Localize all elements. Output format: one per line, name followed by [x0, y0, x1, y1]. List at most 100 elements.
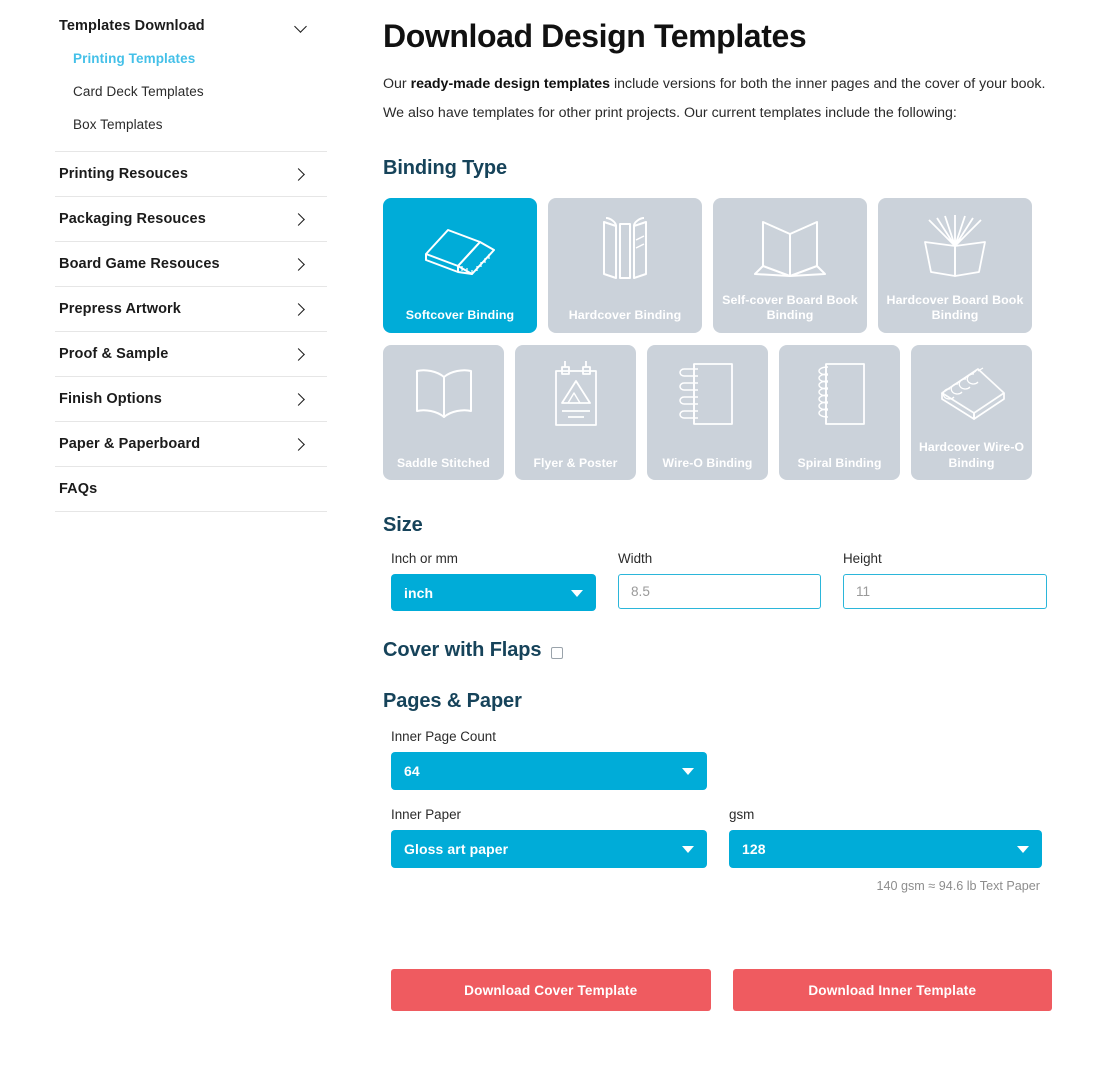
sidebar-item-printing-templates[interactable]: Printing Templates: [55, 42, 327, 75]
binding-card-hardcover-binding[interactable]: Hardcover Binding: [548, 198, 702, 334]
inner-page-count-label: Inner Page Count: [391, 729, 496, 745]
section-title-pages-and-paper: Pages & Paper: [383, 690, 522, 713]
height-input[interactable]: 11: [843, 574, 1047, 610]
hardcover-wire-o-icon: [911, 345, 1032, 442]
cover-with-flaps-row: Cover with Flaps: [383, 639, 1052, 662]
width-field-group: Width 8.5: [618, 551, 821, 611]
hardcover-board-book-icon: [878, 198, 1032, 295]
unit-field-group: Inch or mm inch: [391, 551, 596, 612]
sidebar-item-faqs[interactable]: FAQs: [55, 467, 327, 512]
height-field-group: Height 11: [843, 551, 1047, 611]
chevron-right-icon[interactable]: [293, 393, 305, 405]
sidebar-subitem-label: Printing Templates: [73, 51, 196, 66]
chevron-right-icon[interactable]: [293, 168, 305, 180]
inner-paper-label: Inner Paper: [391, 807, 461, 823]
self-cover-board-book-icon: [713, 198, 867, 295]
sidebar-item-board-game-resouces[interactable]: Board Game Resouces: [55, 242, 327, 287]
gsm-label: gsm: [729, 807, 755, 823]
binding-card-row-2: Saddle Stitched Flyer & Poster Wire-O Bi…: [383, 345, 1052, 481]
inner-paper-field-group: Inner Paper Gloss art paper: [391, 807, 707, 893]
sidebar-item-prepress-artwork[interactable]: Prepress Artwork: [55, 287, 327, 332]
binding-card-hardcover-wire-o-binding[interactable]: Hardcover Wire-O Binding: [911, 345, 1032, 481]
binding-card-softcover-binding[interactable]: Softcover Binding: [383, 198, 537, 334]
sidebar-subitem-label: Card Deck Templates: [73, 84, 204, 99]
binding-card-label: Saddle Stitched: [397, 455, 490, 470]
sidebar-item-label: FAQs: [59, 481, 98, 497]
download-buttons-row: Download Cover Template Download Inner T…: [383, 969, 1052, 1012]
hardcover-book-icon: [548, 198, 702, 295]
binding-card-spiral-binding[interactable]: Spiral Binding: [779, 345, 900, 481]
sidebar-item-printing-resouces[interactable]: Printing Resouces: [55, 152, 327, 197]
unit-select-value: inch: [404, 584, 434, 601]
sidebar-item-paper-and-paperboard[interactable]: Paper & Paperboard: [55, 422, 327, 467]
sidebar-group-templates-download[interactable]: Templates Download: [55, 14, 330, 38]
sidebar-item-label: Board Game Resouces: [59, 256, 220, 272]
caret-down-icon: [682, 768, 694, 776]
sidebar-item-card-deck-templates[interactable]: Card Deck Templates: [55, 75, 327, 108]
intro-pre: Our: [383, 76, 411, 92]
sidebar-item-label: Prepress Artwork: [59, 301, 181, 317]
sidebar-group-title: Templates Download: [59, 18, 205, 34]
binding-card-flyer-and-poster[interactable]: Flyer & Poster: [515, 345, 636, 481]
sidebar-item-proof-and-sample[interactable]: Proof & Sample: [55, 332, 327, 377]
section-title-binding-type: Binding Type: [383, 157, 507, 180]
height-input-placeholder: 11: [856, 584, 871, 600]
binding-card-label: Hardcover Wire-O Binding: [918, 440, 1025, 470]
section-title-size: Size: [383, 514, 423, 537]
gsm-value: 128: [742, 841, 766, 858]
chevron-right-icon[interactable]: [293, 348, 305, 360]
caret-down-icon: [682, 846, 694, 854]
binding-card-label: Self-cover Board Book Binding: [722, 292, 858, 323]
inner-page-count-value: 64: [404, 763, 420, 780]
binding-card-label: Spiral Binding: [797, 455, 882, 470]
gsm-select[interactable]: 128: [729, 830, 1042, 869]
width-label: Width: [618, 551, 653, 567]
unit-label: Inch or mm: [391, 551, 458, 567]
chevron-right-icon[interactable]: [293, 303, 305, 315]
intro-paragraph: Our ready-made design templates include …: [383, 75, 1052, 123]
chevron-right-icon[interactable]: [293, 213, 305, 225]
intro-post: include versions for both the inner page…: [610, 76, 1046, 92]
width-input-placeholder: 8.5: [631, 584, 650, 600]
inner-paper-select[interactable]: Gloss art paper: [391, 830, 707, 869]
sidebar-item-label: Packaging Resouces: [59, 211, 206, 227]
binding-card-hardcover-board-book-binding[interactable]: Hardcover Board Book Binding: [878, 198, 1032, 334]
main-content: Download Design Templates Our ready-made…: [330, 0, 1112, 1079]
intro-line-2: We also have templates for other print p…: [383, 105, 957, 122]
inner-paper-value: Gloss art paper: [404, 841, 509, 858]
page-root: Templates Download Printing Templates Ca…: [0, 0, 1112, 1079]
intro-line-1: Our ready-made design templates include …: [383, 75, 1052, 94]
poster-icon: [515, 345, 636, 442]
inner-page-count-select[interactable]: 64: [391, 752, 707, 791]
download-cover-template-button[interactable]: Download Cover Template: [391, 969, 711, 1012]
binding-card-label: Softcover Binding: [405, 308, 515, 323]
cover-with-flaps-label: Cover with Flaps: [383, 639, 542, 662]
spiral-notebook-icon: [779, 345, 900, 442]
sidebar-item-packaging-resouces[interactable]: Packaging Resouces: [55, 197, 327, 242]
sidebar-item-label: Printing Resouces: [59, 166, 189, 182]
softcover-book-icon: [383, 198, 537, 295]
chevron-down-icon[interactable]: [295, 20, 308, 33]
gsm-field-group: gsm 128 140 gsm ≈ 94.6 lb Text Paper: [729, 807, 1042, 893]
width-input[interactable]: 8.5: [618, 574, 821, 610]
sidebar-item-finish-options[interactable]: Finish Options: [55, 377, 327, 422]
binding-card-self-cover-board-book-binding[interactable]: Self-cover Board Book Binding: [713, 198, 867, 334]
open-book-icon: [383, 345, 504, 442]
binding-card-label: Hardcover Binding: [568, 308, 682, 323]
sidebar-sublist: Printing Templates Card Deck Templates B…: [55, 42, 327, 152]
intro-bold: ready-made design templates: [410, 76, 611, 92]
sidebar-item-label: Paper & Paperboard: [59, 436, 201, 452]
chevron-right-icon[interactable]: [293, 438, 305, 450]
chevron-right-icon[interactable]: [293, 258, 305, 270]
sidebar-item-label: Proof & Sample: [59, 346, 169, 362]
sidebar-item-box-templates[interactable]: Box Templates: [55, 108, 327, 141]
size-fields-row: Inch or mm inch Width 8.5 Height 11: [383, 551, 1052, 612]
download-inner-template-button[interactable]: Download Inner Template: [732, 969, 1052, 1012]
cover-with-flaps-checkbox[interactable]: [551, 646, 564, 659]
gsm-conversion-note: 140 gsm ≈ 94.6 lb Text Paper: [876, 879, 1041, 894]
binding-card-wire-o-binding[interactable]: Wire-O Binding: [647, 345, 768, 481]
binding-card-label: Wire-O Binding: [662, 455, 753, 470]
binding-card-saddle-stitched[interactable]: Saddle Stitched: [383, 345, 504, 481]
unit-select[interactable]: inch: [391, 574, 596, 612]
binding-card-row-1: Softcover Binding Hardcover Binding Self…: [383, 198, 1052, 334]
